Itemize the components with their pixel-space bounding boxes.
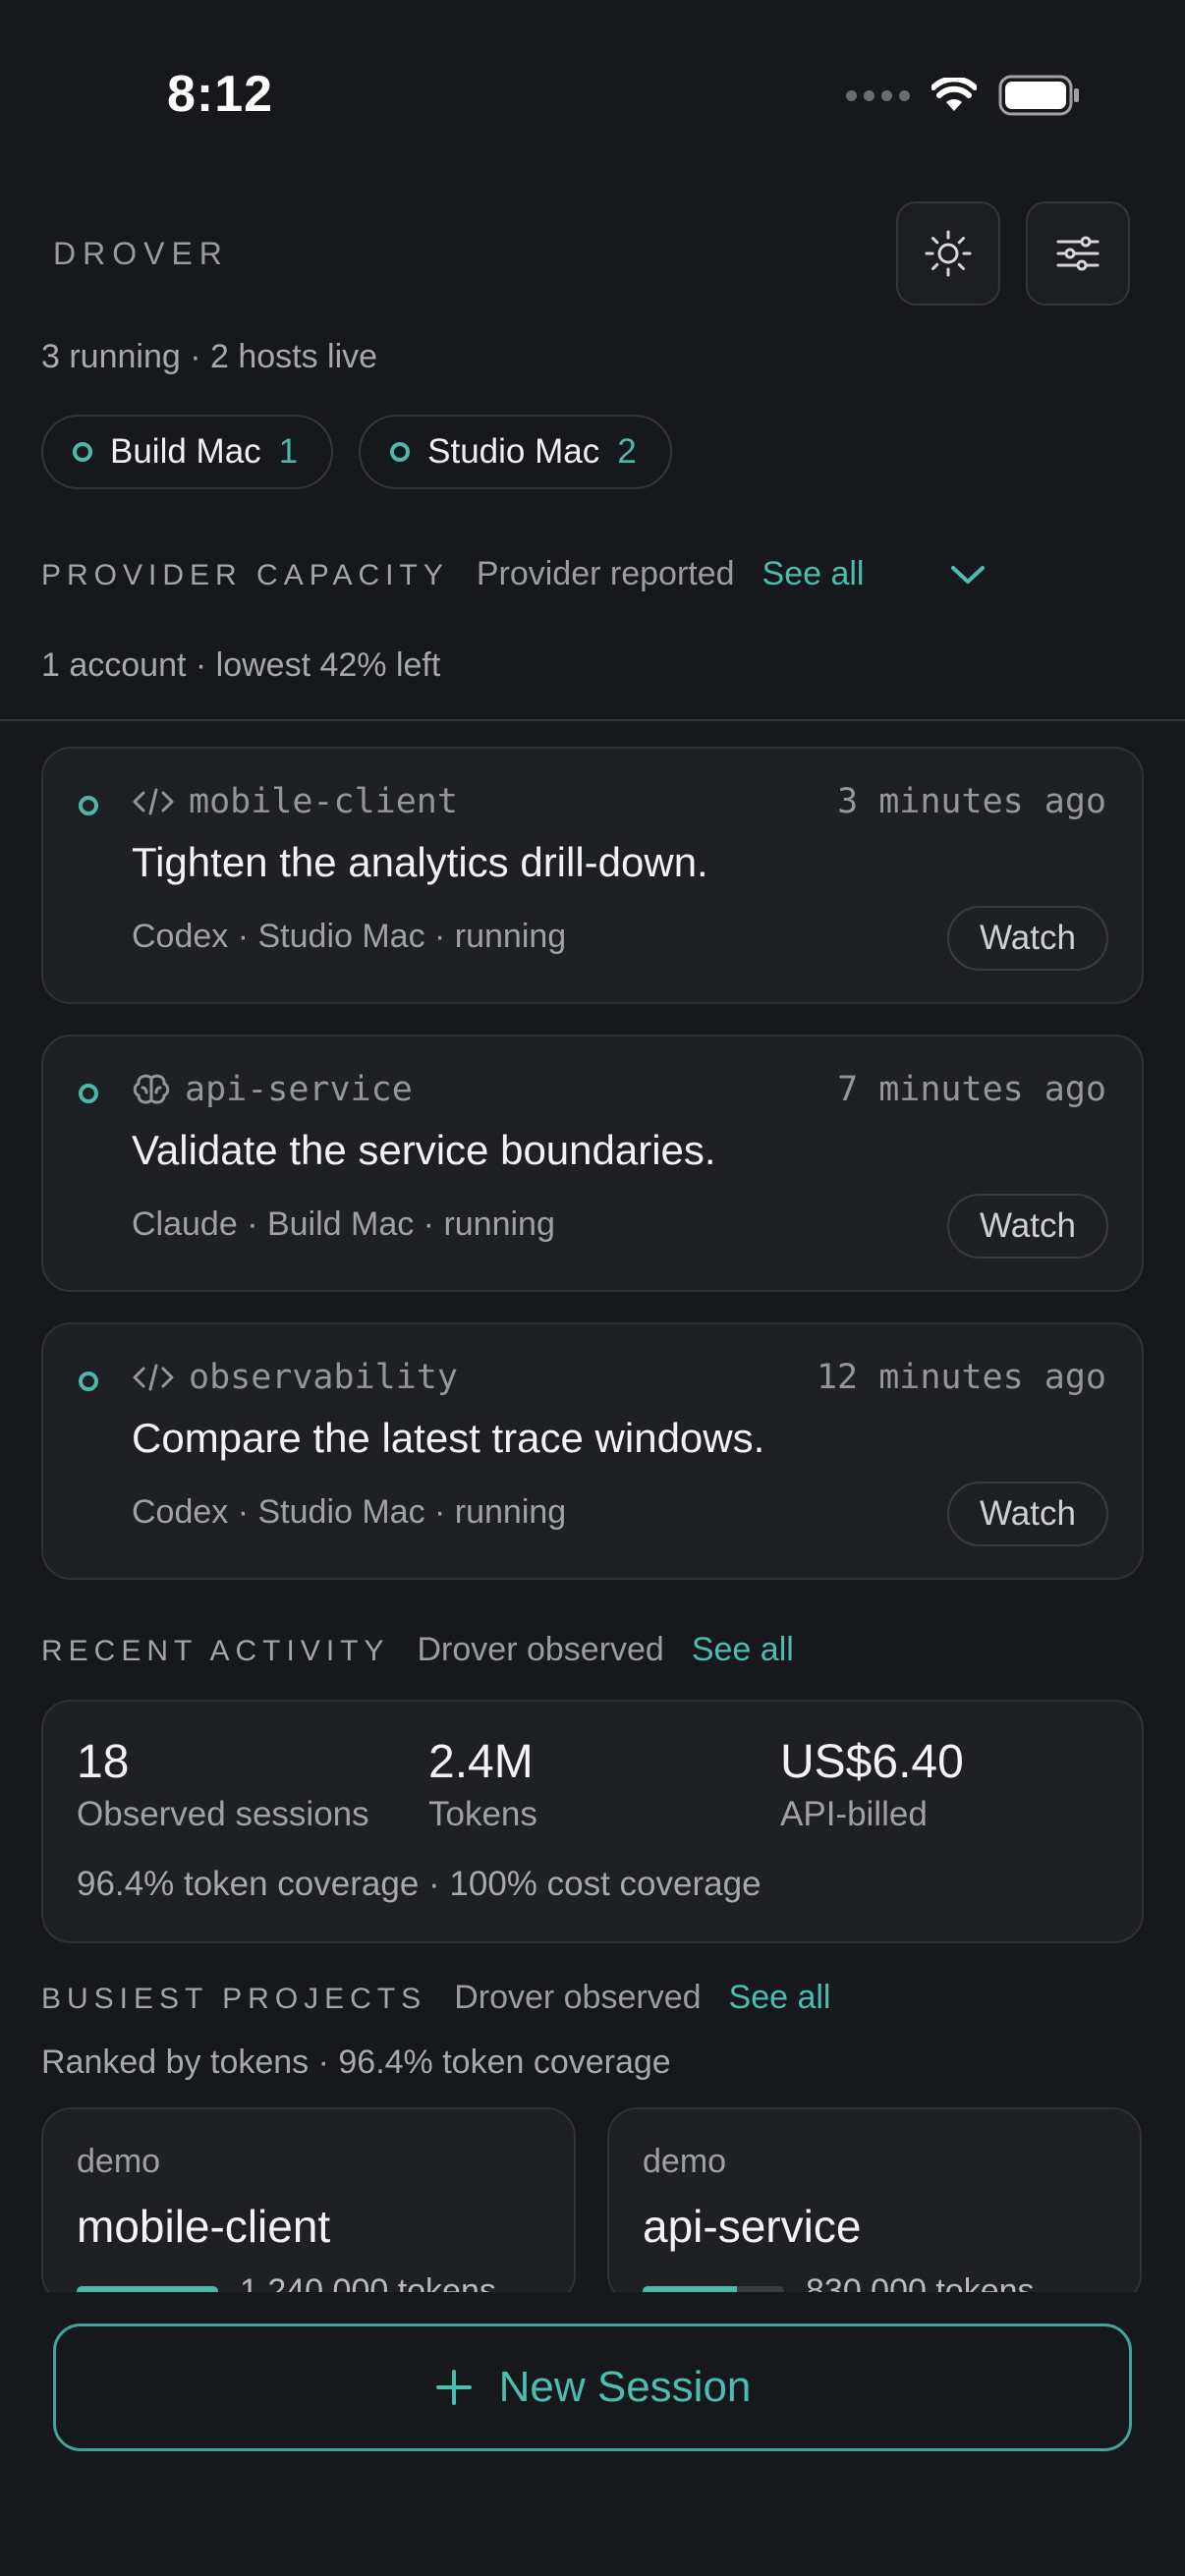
session-title: Tighten the analytics drill-down. xyxy=(132,839,708,885)
new-session-button[interactable]: New Session xyxy=(53,2324,1132,2451)
filter-settings-button[interactable] xyxy=(1026,201,1130,306)
session-project-name: api-service xyxy=(185,1070,413,1109)
busiest-projects-subtitle: Ranked by tokens · 96.4% token coverage xyxy=(41,2044,671,2081)
host-chips: Build Mac 1 Studio Mac 2 xyxy=(41,415,672,489)
project-group: demo xyxy=(643,2143,727,2180)
code-icon xyxy=(133,1364,174,1391)
session-project: mobile-client xyxy=(132,782,458,821)
session-time: 12 minutes ago xyxy=(816,1358,1106,1397)
project-card[interactable]: demo mobile-client 1,240,000 tokens xyxy=(41,2107,576,2304)
app-brand: DROVER xyxy=(53,236,229,271)
stat-observed-sessions: 18 Observed sessions xyxy=(77,1735,369,1834)
section-title: BUSIEST PROJECTS xyxy=(41,1983,427,2015)
chevron-down-icon[interactable] xyxy=(949,562,987,588)
provider-capacity-header: PROVIDER CAPACITY Provider reported See … xyxy=(41,555,865,593)
stat-value: 2.4M xyxy=(428,1736,534,1788)
cellular-signal-icon xyxy=(846,89,910,101)
session-meta: Codex · Studio Mac · running xyxy=(132,1493,567,1531)
provider-see-all-link[interactable]: See all xyxy=(762,555,865,593)
stat-api-billed: US$6.40 API-billed xyxy=(780,1735,964,1834)
theme-toggle-button[interactable] xyxy=(896,201,1000,306)
session-status-icon xyxy=(79,1372,98,1391)
session-card[interactable]: mobile-client 3 minutes ago Tighten the … xyxy=(41,747,1144,1004)
project-group: demo xyxy=(77,2143,161,2180)
stat-label: Observed sessions xyxy=(77,1795,369,1833)
provider-capacity-summary: 1 account · lowest 42% left xyxy=(41,646,441,684)
session-time: 3 minutes ago xyxy=(837,782,1106,821)
busiest-projects-header: BUSIEST PROJECTS Drover observed See all xyxy=(41,1979,831,2017)
project-name: mobile-client xyxy=(77,2201,331,2252)
host-chip-studio-mac[interactable]: Studio Mac 2 xyxy=(359,415,672,489)
session-card[interactable]: observability 12 minutes ago Compare the… xyxy=(41,1322,1144,1580)
host-session-count: 1 xyxy=(278,432,299,471)
running-summary: 3 running · 2 hosts live xyxy=(41,338,378,375)
plus-icon xyxy=(435,2370,472,2405)
recent-activity-header: RECENT ACTIVITY Drover observed See all xyxy=(41,1631,794,1669)
activity-see-all-link[interactable]: See all xyxy=(692,1631,794,1669)
sliders-icon xyxy=(1056,236,1100,271)
battery-icon xyxy=(998,75,1079,116)
status-icons xyxy=(846,75,1081,116)
host-chip-build-mac[interactable]: Build Mac 1 xyxy=(41,415,334,489)
host-name: Build Mac xyxy=(110,432,261,471)
section-title: PROVIDER CAPACITY xyxy=(41,559,449,591)
project-name: api-service xyxy=(643,2201,862,2252)
status-time: 8:12 xyxy=(167,66,274,123)
watch-button[interactable]: Watch xyxy=(947,1194,1108,1259)
section-note: Drover observed xyxy=(417,1631,664,1668)
host-session-count: 2 xyxy=(617,432,637,471)
watch-button[interactable]: Watch xyxy=(947,906,1108,971)
host-status-icon xyxy=(390,442,411,462)
code-icon xyxy=(133,788,174,815)
activity-summary-card[interactable]: 18 Observed sessions 2.4M Tokens US$6.40… xyxy=(41,1700,1144,1943)
coverage-summary: 96.4% token coverage · 100% cost coverag… xyxy=(77,1865,762,1903)
session-time: 7 minutes ago xyxy=(837,1070,1106,1109)
project-card[interactable]: demo api-service 830,000 tokens xyxy=(607,2107,1142,2304)
section-note: Provider reported xyxy=(476,555,735,592)
session-meta: Codex · Studio Mac · running xyxy=(132,918,567,955)
watch-button[interactable]: Watch xyxy=(947,1482,1108,1546)
host-name: Studio Mac xyxy=(427,432,600,471)
session-card[interactable]: api-service 7 minutes ago Validate the s… xyxy=(41,1035,1144,1292)
stat-label: API-billed xyxy=(780,1795,928,1833)
wifi-icon xyxy=(931,78,977,111)
stat-value: 18 xyxy=(77,1736,130,1788)
session-project: api-service xyxy=(132,1070,413,1109)
session-project-name: mobile-client xyxy=(189,782,458,821)
stat-label: Tokens xyxy=(428,1795,537,1833)
host-status-icon xyxy=(73,442,92,462)
session-status-icon xyxy=(79,1084,98,1103)
session-meta: Claude · Build Mac · running xyxy=(132,1205,555,1243)
session-title: Validate the service boundaries. xyxy=(132,1127,716,1173)
sun-icon xyxy=(925,230,972,277)
stat-tokens: 2.4M Tokens xyxy=(428,1735,537,1834)
session-project: observability xyxy=(132,1358,458,1397)
divider xyxy=(0,719,1185,721)
session-status-icon xyxy=(79,796,98,815)
brain-icon xyxy=(133,1074,170,1104)
section-title: RECENT ACTIVITY xyxy=(41,1635,390,1667)
session-title: Compare the latest trace windows. xyxy=(132,1415,765,1461)
new-session-label: New Session xyxy=(498,2363,752,2411)
section-note: Drover observed xyxy=(454,1979,702,2016)
stat-value: US$6.40 xyxy=(780,1736,964,1788)
session-project-name: observability xyxy=(189,1358,458,1397)
projects-see-all-link[interactable]: See all xyxy=(729,1979,831,2017)
